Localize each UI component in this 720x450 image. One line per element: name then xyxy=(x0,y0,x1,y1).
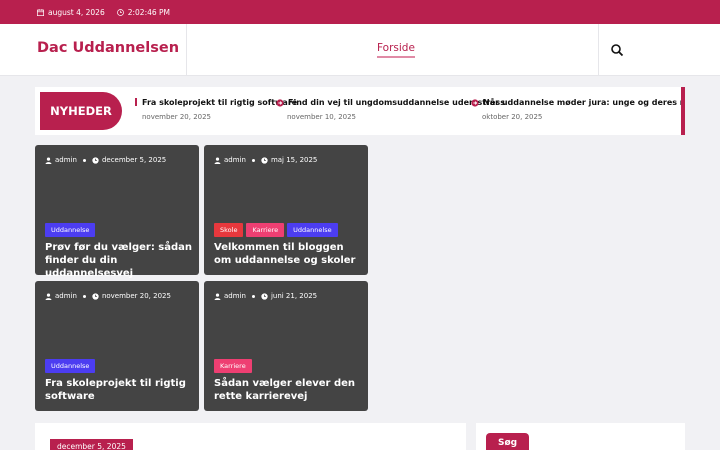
meta-separator xyxy=(251,158,255,162)
user-icon xyxy=(45,292,52,300)
header-divider xyxy=(598,24,599,76)
category-tag-uddannelse[interactable]: Uddannelse xyxy=(287,223,338,237)
arrow-right-circle-icon xyxy=(276,98,284,107)
clock-icon xyxy=(116,8,124,16)
topbar-date-text: august 4, 2026 xyxy=(48,7,105,17)
user-icon xyxy=(45,156,52,164)
search-widget-title: Søg xyxy=(486,433,530,450)
category-tag-karriere[interactable]: Karriere xyxy=(246,223,285,237)
latest-post-box: december 5, 2025 xyxy=(35,423,466,450)
post-title[interactable]: Fra skoleprojekt til rigtig software xyxy=(45,377,195,403)
site-title[interactable]: Dac Uddannelsen xyxy=(37,40,179,56)
calendar-icon xyxy=(37,8,44,16)
meta-separator xyxy=(251,294,255,298)
clock-icon xyxy=(92,292,99,300)
post-date[interactable]: juni 21, 2025 xyxy=(271,292,317,300)
user-icon xyxy=(214,292,221,300)
post-card[interactable]: admin december 5, 2025 Uddannelse Prøv f… xyxy=(35,145,199,279)
post-title[interactable]: Velkommen til bloggen om uddannelse og s… xyxy=(214,241,364,267)
topbar-time-text: 2:02:46 PM xyxy=(127,7,171,17)
category-tag-uddannelse[interactable]: Uddannelse xyxy=(45,223,96,237)
sidebar-search-widget: Søg xyxy=(476,423,685,450)
post-title[interactable]: Sådan vælger elever den rette karriereve… xyxy=(214,377,364,403)
post-author[interactable]: admin xyxy=(55,156,77,164)
post-date-badge[interactable]: december 5, 2025 xyxy=(50,439,133,450)
search-icon[interactable] xyxy=(610,43,624,57)
post-card[interactable]: admin november 20, 2025 Uddannelse Fra s… xyxy=(35,281,199,411)
nav-item-forside[interactable]: Forside xyxy=(377,42,415,58)
ticker-item[interactable]: Fra skoleprojekt til rigtig software nov… xyxy=(142,98,297,121)
ticker-item-date: november 20, 2025 xyxy=(142,113,212,121)
ticker-item-date: oktober 20, 2025 xyxy=(482,113,543,121)
post-date[interactable]: maj 15, 2025 xyxy=(271,156,317,164)
clock-icon xyxy=(261,292,268,300)
clock-icon xyxy=(92,156,99,164)
user-icon xyxy=(214,156,221,164)
post-title[interactable]: Prøv før du vælger: sådan finder du din … xyxy=(45,241,195,280)
post-author[interactable]: admin xyxy=(224,156,246,164)
ticker-label: NYHEDER xyxy=(40,92,122,130)
arrow-right-circle-icon xyxy=(471,98,479,107)
ticker-marker xyxy=(135,98,137,106)
category-tag-uddannelse[interactable]: Uddannelse xyxy=(45,359,96,373)
meta-separator xyxy=(82,158,86,162)
topbar-date: august 4, 2026 xyxy=(37,8,105,17)
post-date[interactable]: november 20, 2025 xyxy=(102,292,171,300)
site-header: Dac Uddannelsen Forside xyxy=(0,24,720,76)
header-divider xyxy=(186,24,187,76)
ticker-item-title[interactable]: Når uddannelse møder jura: unge og deres… xyxy=(483,98,681,107)
post-card[interactable]: admin juni 21, 2025 Karriere Sådan vælge… xyxy=(204,281,368,411)
post-author[interactable]: admin xyxy=(224,292,246,300)
category-tag-karriere[interactable]: Karriere xyxy=(214,359,252,373)
post-card[interactable]: admin maj 15, 2025 Skole Karriere Uddann… xyxy=(204,145,368,275)
meta-separator xyxy=(82,294,86,298)
topbar-time: 2:02:46 PM xyxy=(116,7,171,17)
top-bar: august 4, 2026 2:02:46 PM xyxy=(0,0,720,24)
clock-icon xyxy=(261,156,268,164)
post-author[interactable]: admin xyxy=(55,292,77,300)
category-tag-skole[interactable]: Skole xyxy=(214,223,244,237)
news-ticker: NYHEDER Fra skoleprojekt til rigtig soft… xyxy=(35,87,685,135)
ticker-item-title[interactable]: Fra skoleprojekt til rigtig software xyxy=(142,98,297,107)
ticker-item[interactable]: Når uddannelse møder jura: unge og deres… xyxy=(471,98,681,121)
post-date[interactable]: december 5, 2025 xyxy=(102,156,166,164)
